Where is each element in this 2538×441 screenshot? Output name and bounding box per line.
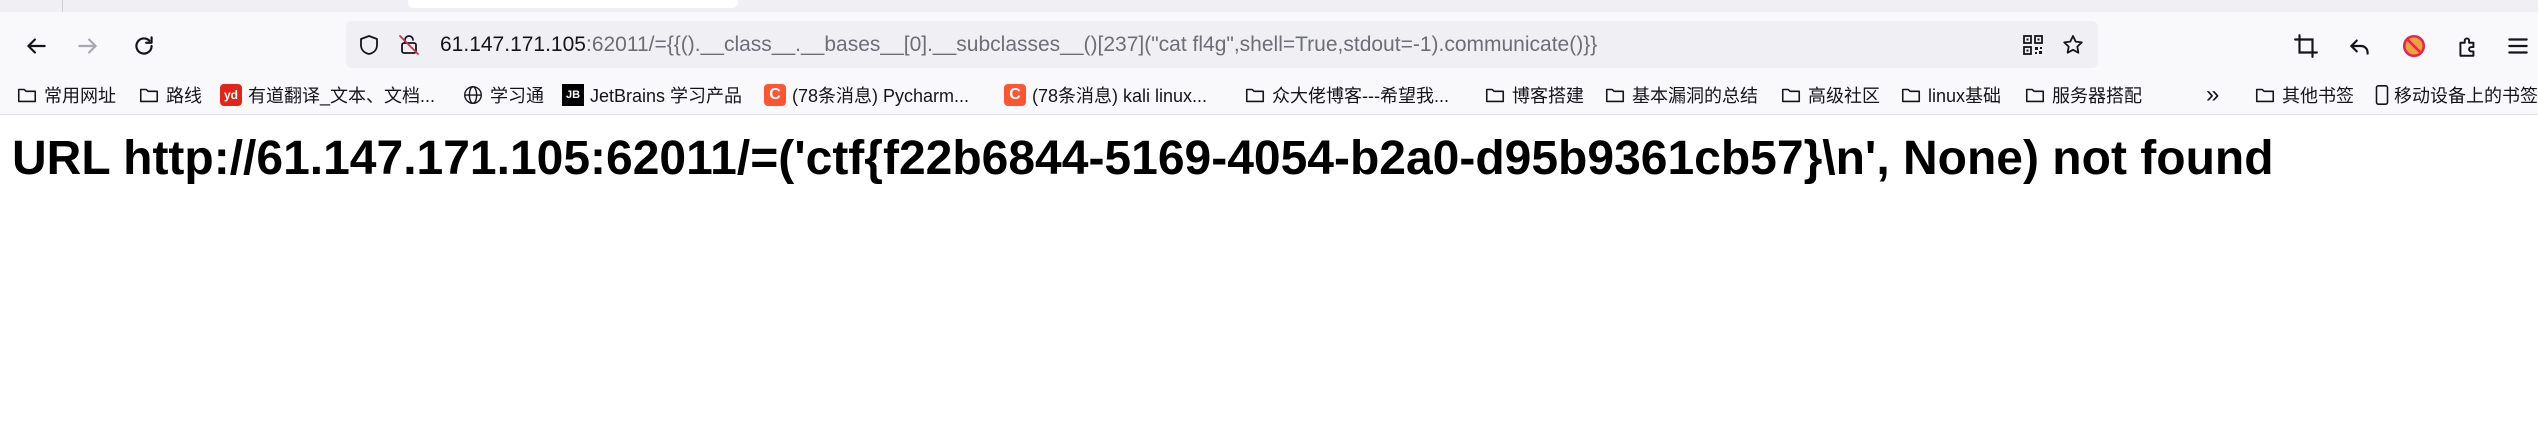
crop-icon	[2294, 34, 2318, 58]
insecure-lock-icon[interactable]	[396, 32, 422, 58]
globe-icon	[462, 84, 484, 106]
bookmark-link[interactable]: 学习通	[462, 81, 544, 109]
tab-strip	[0, 0, 2538, 12]
bookmark-folder[interactable]: 博客搭建	[1484, 81, 1584, 109]
bookmark-label: 路线	[166, 86, 202, 106]
folder-icon	[138, 84, 160, 106]
forward-icon	[78, 38, 97, 54]
url-path: :62011/={{().__class__.__bases__[0].__su…	[585, 33, 1598, 56]
bookmark-label: linux基础	[1928, 86, 2002, 106]
folder-icon	[1780, 84, 1802, 106]
blocked-extension-icon	[2402, 34, 2426, 58]
extensions-button[interactable]	[2448, 26, 2488, 66]
bookmark-label: 学习通	[490, 86, 544, 106]
menu-button[interactable]	[2498, 26, 2538, 66]
mobile-bookmarks-folder[interactable]: 移动设备上的书签	[2374, 81, 2538, 109]
undo-button[interactable]	[2340, 26, 2380, 66]
qr-code-icon[interactable]	[2020, 32, 2046, 58]
csdn-icon: C	[764, 84, 786, 106]
url-text[interactable]: 61.147.171.105:62011/={{().__class__.__b…	[440, 33, 1597, 57]
bookmark-folder[interactable]: 众大佬博客---希望我...	[1244, 81, 1449, 109]
bookmark-label: 众大佬博客---希望我...	[1272, 86, 1449, 106]
csdn-icon: C	[1004, 84, 1026, 106]
bookmark-folder[interactable]: 基本漏洞的总结	[1604, 81, 1758, 109]
folder-icon	[1900, 84, 1922, 106]
tab-separator	[62, 0, 63, 12]
bookmark-label: 服务器搭配	[2052, 86, 2142, 106]
blocked-extension-button[interactable]	[2394, 26, 2434, 66]
folder-icon	[2024, 84, 2046, 106]
page-content: URL http://61.147.171.105:62011/=('ctf{f…	[0, 115, 2538, 441]
folder-icon	[1244, 84, 1266, 106]
folder-icon	[16, 84, 38, 106]
chevron-double-right-icon: »	[2206, 81, 2220, 108]
bookmark-folder[interactable]: linux基础	[1900, 81, 2001, 109]
bookmark-link[interactable]: JB JetBrains 学习产品	[562, 81, 742, 109]
reload-icon	[135, 36, 153, 55]
folder-icon	[1484, 84, 1506, 106]
reload-button[interactable]	[124, 26, 164, 66]
menu-icon	[2508, 38, 2528, 54]
bookmark-folder[interactable]: 常用网址	[16, 81, 116, 109]
bookmark-label: 基本漏洞的总结	[1632, 86, 1758, 106]
extensions-icon	[2459, 37, 2475, 57]
bookmark-folder[interactable]: 服务器搭配	[2024, 81, 2142, 109]
shield-icon[interactable]	[356, 32, 382, 58]
bookmark-label: 移动设备上的书签	[2394, 86, 2538, 106]
bookmark-label: JetBrains 学习产品	[590, 86, 743, 106]
bookmark-label: (78条消息) Pycharm...	[792, 86, 970, 106]
bookmark-label: (78条消息) kali linux...	[1032, 86, 1208, 106]
back-icon	[27, 38, 46, 54]
bookmark-label: 有道翻译_文本、文档...	[248, 86, 436, 106]
bookmarks-overflow-button[interactable]: »	[2206, 81, 2219, 109]
back-button[interactable]	[16, 26, 56, 66]
mobile-device-icon	[2374, 84, 2390, 106]
undo-icon	[2350, 39, 2369, 55]
bookmark-link[interactable]: yd 有道翻译_文本、文档...	[220, 81, 435, 109]
url-host: 61.147.171.105	[440, 33, 586, 56]
page-heading: URL http://61.147.171.105:62011/=('ctf{f…	[12, 132, 2274, 185]
other-bookmarks-folder[interactable]: 其他书签	[2254, 81, 2354, 109]
bookmark-label: 高级社区	[1808, 86, 1880, 106]
folder-icon	[1604, 84, 1626, 106]
youdao-icon: yd	[220, 84, 242, 106]
bookmark-link[interactable]: C (78条消息) kali linux...	[1004, 81, 1207, 109]
active-tab[interactable]	[408, 0, 738, 8]
bookmarks-toolbar: 常用网址 路线 yd 有道翻译_文本、文档... 学习通 JB JetBrain…	[0, 77, 2538, 115]
jetbrains-icon: JB	[562, 84, 584, 106]
bookmark-link[interactable]: C (78条消息) Pycharm...	[764, 81, 969, 109]
bookmark-folder[interactable]: 路线	[138, 81, 202, 109]
navigation-toolbar: 61.147.171.105:62011/={{().__class__.__b…	[0, 12, 2538, 77]
url-bar[interactable]: 61.147.171.105:62011/={{().__class__.__b…	[346, 21, 2098, 68]
screenshot-button[interactable]	[2286, 26, 2326, 66]
bookmark-label: 博客搭建	[1512, 86, 1584, 106]
bookmark-star-icon[interactable]	[2060, 32, 2086, 58]
bookmark-label: 其他书签	[2282, 86, 2354, 106]
forward-button[interactable]	[68, 26, 108, 66]
bookmark-label: 常用网址	[44, 86, 116, 106]
folder-icon	[2254, 84, 2276, 106]
bookmark-folder[interactable]: 高级社区	[1780, 81, 1880, 109]
